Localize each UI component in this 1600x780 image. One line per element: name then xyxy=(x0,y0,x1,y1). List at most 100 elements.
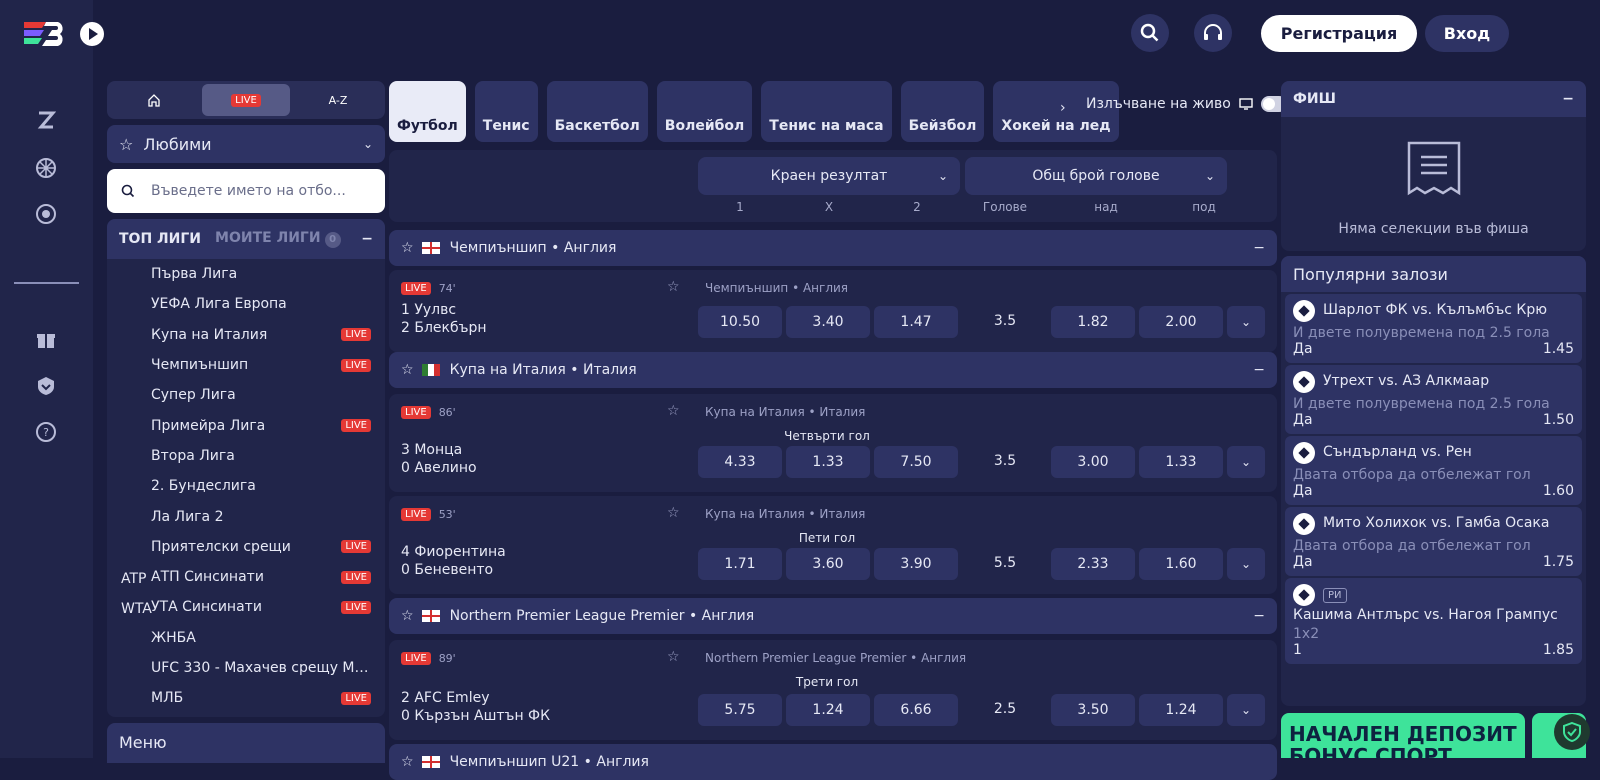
home-tab[interactable] xyxy=(110,84,198,116)
live-tab[interactable]: LIVE xyxy=(202,84,290,116)
star-icon[interactable]: ☆ xyxy=(401,608,414,624)
more-markets-button[interactable]: ⌄ xyxy=(1227,694,1265,726)
popular-bet-item[interactable]: РИ Кашима Антлърс vs. Нагоя Грампус 1x2 1 1.… xyxy=(1285,578,1582,664)
tabs-next-icon[interactable]: › xyxy=(1060,100,1066,116)
market-dropdown-goals[interactable]: Общ брой голове ⌄ xyxy=(965,157,1227,195)
odd-button[interactable]: 4.33 xyxy=(698,446,782,478)
login-button[interactable]: Вход xyxy=(1425,15,1509,52)
odd-button[interactable]: 5.75 xyxy=(698,694,782,726)
league-item[interactable]: Примейра Лига LIVE xyxy=(107,410,385,440)
play-icon[interactable] xyxy=(80,22,104,46)
odd-button-under[interactable]: 2.00 xyxy=(1139,306,1223,338)
gift-icon[interactable] xyxy=(34,328,58,352)
star-icon[interactable]: ☆ xyxy=(401,362,414,378)
popular-bet-item[interactable]: Мито Холихок vs. Гамба Осака Двата отбора… xyxy=(1285,507,1582,576)
odd-button[interactable]: 7.50 xyxy=(874,446,958,478)
my-leagues-tab[interactable]: МОИТЕ ЛИГИ 0 xyxy=(215,230,341,248)
star-icon[interactable]: ☆ xyxy=(401,754,414,770)
group-header[interactable]: ☆ Купа на Италия • Италия − xyxy=(389,352,1277,388)
odd-button[interactable]: 1.71 xyxy=(698,548,782,580)
star-icon[interactable]: ☆ xyxy=(667,505,680,521)
more-markets-button[interactable]: ⌄ xyxy=(1227,306,1265,338)
collapse-icon[interactable]: − xyxy=(1253,608,1265,624)
casino-wheel-icon[interactable] xyxy=(34,156,58,180)
star-icon[interactable]: ☆ xyxy=(667,279,680,295)
league-item[interactable]: Приятелски срещи LIVE xyxy=(107,532,385,562)
event-card[interactable]: LIVE 74' ☆ Чемпиъншип • Англия 1 Уулвс 2 Блек… xyxy=(389,270,1277,352)
odd-button-under[interactable]: 1.60 xyxy=(1139,548,1223,580)
star-icon[interactable]: ☆ xyxy=(401,240,414,256)
more-markets-button[interactable]: ⌄ xyxy=(1227,548,1265,580)
collapse-icon[interactable]: − xyxy=(1253,240,1265,256)
live-stream-label: Излъчване на живо xyxy=(1086,96,1231,112)
team-search[interactable]: Въведете името на отбо... xyxy=(107,169,385,213)
sport-tab[interactable]: Футбол xyxy=(389,81,466,142)
odd-button[interactable]: 6.66 xyxy=(874,694,958,726)
league-item[interactable]: WTA УТА Синсинати LIVE xyxy=(107,592,385,622)
popular-bet-item[interactable]: Шарлот ФК vs. Кълъмбъс Крю И двете полувр… xyxy=(1285,294,1582,363)
shield-check-icon[interactable] xyxy=(1554,714,1590,750)
az-tab[interactable]: A-Z xyxy=(294,84,382,116)
odd-button-over[interactable]: 3.50 xyxy=(1051,694,1135,726)
group-header[interactable]: ☆ Чемпиъншип • Англия − xyxy=(389,230,1277,266)
live-stream-toggle[interactable]: Излъчване на живо xyxy=(1086,96,1287,112)
odd-button-over[interactable]: 3.00 xyxy=(1051,446,1135,478)
league-item[interactable]: UFC 330 - Махачев срещу Мач... xyxy=(107,653,385,683)
odd-button-under[interactable]: 1.24 xyxy=(1139,694,1223,726)
promo-icon[interactable] xyxy=(34,108,58,132)
odd-button[interactable]: 3.60 xyxy=(786,548,870,580)
event-card[interactable]: LIVE 86' ☆ Купа на Италия • Италия Четвърти … xyxy=(389,394,1277,492)
live-casino-icon[interactable] xyxy=(34,202,58,226)
odd-button[interactable]: 1.24 xyxy=(786,694,870,726)
star-icon[interactable]: ☆ xyxy=(667,649,680,665)
group-header[interactable]: ☆ Northern Premier League Premier • Англи… xyxy=(389,598,1277,634)
sport-tab[interactable]: Волейбол xyxy=(656,81,753,142)
popular-bet-item[interactable]: Съндърланд vs. Рен Двата отбора да отбеле… xyxy=(1285,436,1582,505)
odd-button[interactable]: 10.50 xyxy=(698,306,782,338)
league-item[interactable]: МЛБ LIVE xyxy=(107,683,385,713)
search-input[interactable]: Въведете името на отбо... xyxy=(151,183,346,199)
odd-button-over[interactable]: 1.82 xyxy=(1051,306,1135,338)
collapse-icon[interactable]: − xyxy=(1253,362,1265,378)
sport-tab[interactable]: Баскетбол xyxy=(546,81,648,142)
bet-slip-header[interactable]: ФИШ − xyxy=(1281,81,1586,117)
league-item[interactable]: Втора Лига xyxy=(107,441,385,471)
sport-tab[interactable]: Бейзбол xyxy=(900,81,985,142)
promo-banner[interactable]: НАЧАЛЕН ДЕПОЗИТ БОНУС СПОРТ xyxy=(1281,713,1525,758)
odd-button[interactable]: 1.47 xyxy=(874,306,958,338)
league-item[interactable]: ЖНБА xyxy=(107,623,385,653)
support-headset-icon[interactable] xyxy=(1194,14,1232,52)
search-icon[interactable] xyxy=(1131,14,1169,52)
sport-tab[interactable]: Тенис xyxy=(474,81,538,142)
league-item[interactable]: 2. Бундеслига xyxy=(107,471,385,501)
league-item[interactable]: Ла Лига 2 xyxy=(107,501,385,531)
favorites-dropdown[interactable]: ☆ Любими ⌄ xyxy=(107,125,385,163)
market-dropdown-result[interactable]: Краен резултат ⌄ xyxy=(698,157,960,195)
league-item[interactable]: Чемпиъншип LIVE xyxy=(107,350,385,380)
sport-tab[interactable]: Тенис на маса xyxy=(761,81,892,142)
help-icon[interactable]: ? xyxy=(34,420,58,444)
menu-section[interactable]: Меню xyxy=(107,723,385,764)
league-item[interactable]: УЕФА Лига Европа xyxy=(107,289,385,319)
star-icon[interactable]: ☆ xyxy=(667,403,680,419)
event-card[interactable]: LIVE 89' ☆ Northern Premier League Premier … xyxy=(389,640,1277,740)
odd-button[interactable]: 3.90 xyxy=(874,548,958,580)
league-item[interactable]: ATP АТП Синсинати LIVE xyxy=(107,562,385,592)
group-header[interactable]: ☆ Чемпиъншип U21 • Англия xyxy=(389,744,1277,780)
event-card[interactable]: LIVE 53' ☆ Купа на Италия • Италия Пети гол 4… xyxy=(389,496,1277,594)
league-item[interactable]: Купа на Италия LIVE xyxy=(107,320,385,350)
odd-button[interactable]: 3.40 xyxy=(786,306,870,338)
collapse-icon[interactable]: − xyxy=(361,231,373,247)
top-leagues-tab[interactable]: ТОП ЛИГИ xyxy=(119,231,201,247)
odd-button[interactable]: 1.33 xyxy=(786,446,870,478)
register-button[interactable]: Регистрация xyxy=(1261,15,1417,52)
brand-logo[interactable] xyxy=(22,18,72,48)
league-item[interactable]: Супер Лига xyxy=(107,380,385,410)
odd-button-over[interactable]: 2.33 xyxy=(1051,548,1135,580)
vip-icon[interactable] xyxy=(34,374,58,398)
collapse-icon[interactable]: − xyxy=(1562,91,1574,107)
odd-button-under[interactable]: 1.33 xyxy=(1139,446,1223,478)
more-markets-button[interactable]: ⌄ xyxy=(1227,446,1265,478)
popular-bet-item[interactable]: Утрехт vs. АЗ Алкмаар И двете полувремена… xyxy=(1285,365,1582,434)
league-item[interactable]: Първа Лига xyxy=(107,259,385,289)
